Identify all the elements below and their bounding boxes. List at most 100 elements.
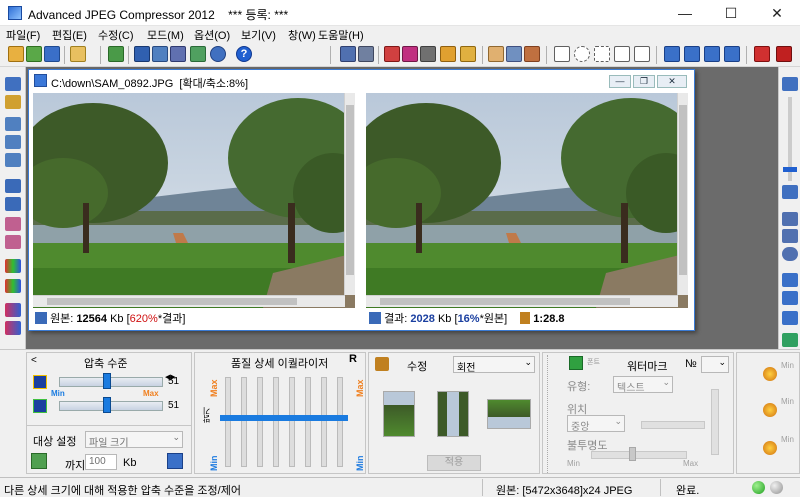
eq-bar-knob[interactable]: [268, 414, 284, 421]
result-image-pane[interactable]: [366, 93, 688, 308]
rotate-right-thumbnail[interactable]: [437, 391, 469, 437]
compression-slider-2-thumb[interactable]: [103, 397, 111, 413]
actual-size-icon[interactable]: [782, 229, 798, 243]
hand-icon[interactable]: [488, 46, 504, 62]
watermark-number-dropdown[interactable]: ⌄: [701, 356, 729, 373]
result-hscroll[interactable]: [366, 295, 678, 307]
grid-1-icon[interactable]: [5, 217, 21, 231]
result-vscroll[interactable]: [677, 93, 688, 295]
convert-icon[interactable]: [108, 46, 124, 62]
rect-select-icon[interactable]: [554, 46, 570, 62]
eye-icon[interactable]: [420, 46, 436, 62]
info-icon[interactable]: [210, 46, 226, 62]
menu-window[interactable]: 창(W): [288, 27, 316, 43]
compression-slider-1[interactable]: [59, 377, 163, 387]
rotate-left-thumbnail[interactable]: [383, 391, 415, 437]
zoom-page-icon[interactable]: [5, 135, 21, 149]
watermark-opacity-slider[interactable]: [591, 451, 687, 459]
zoom-minus-icon[interactable]: [5, 197, 21, 211]
save-icon[interactable]: [44, 46, 60, 62]
zoom-width-icon[interactable]: [5, 153, 21, 167]
zoom-fit-icon[interactable]: [5, 117, 21, 131]
menu-edit[interactable]: 편집(E): [52, 27, 87, 43]
menu-mode[interactable]: 모드(M): [147, 27, 184, 43]
menu-help[interactable]: 도움말(H): [318, 27, 364, 43]
panel-1-icon[interactable]: [782, 273, 798, 287]
scroll-thumb[interactable]: [380, 298, 630, 305]
layout-3-icon[interactable]: [704, 46, 720, 62]
compression-value-2[interactable]: 51: [165, 399, 185, 413]
navigator-icon[interactable]: [782, 247, 798, 261]
font-button[interactable]: 폰트: [587, 357, 600, 367]
eq-bar-track[interactable]: [337, 377, 343, 467]
target-apply-icon[interactable]: [31, 453, 47, 469]
close-button[interactable]: ✕: [754, 0, 800, 26]
target-settings-icon[interactable]: [167, 453, 183, 469]
original-vscroll[interactable]: [344, 93, 355, 295]
menu-view[interactable]: 보기(V): [241, 27, 276, 43]
compression-slider-2[interactable]: [59, 401, 163, 411]
collapse-arrow-icon[interactable]: <: [31, 355, 37, 366]
watermark-position-slider[interactable]: [641, 421, 705, 429]
panel-2-icon[interactable]: [782, 291, 798, 305]
compression-slider-1-thumb[interactable]: [103, 373, 111, 389]
eq-bar-track[interactable]: [241, 377, 247, 467]
child-minimize-button[interactable]: —: [609, 75, 631, 88]
layout-2-icon[interactable]: [684, 46, 700, 62]
target-dropdown[interactable]: 파일 크기 ⌄: [85, 431, 183, 449]
child-restore-button[interactable]: ❐: [633, 75, 655, 88]
eq-bar-track[interactable]: [225, 377, 231, 467]
eq-bar-knob[interactable]: [300, 414, 316, 421]
help-icon[interactable]: ?: [236, 46, 252, 62]
edit-apply-button[interactable]: 적용: [427, 455, 481, 471]
note-icon[interactable]: [460, 46, 476, 62]
eq-bar-track[interactable]: [289, 377, 295, 467]
grid-2-icon[interactable]: [5, 235, 21, 249]
compare-icon[interactable]: [340, 46, 356, 62]
edit-icon[interactable]: [440, 46, 456, 62]
child-close-button[interactable]: ✕: [657, 75, 687, 88]
open-folder-icon[interactable]: [8, 46, 24, 62]
folder-dropdown-icon[interactable]: [70, 46, 86, 62]
channels-icon[interactable]: [5, 259, 21, 273]
fit-right-icon[interactable]: [782, 212, 798, 226]
levels-icon[interactable]: [5, 303, 21, 317]
red-eye-icon[interactable]: [402, 46, 418, 62]
add-watermark-icon[interactable]: [569, 356, 583, 370]
menu-modify[interactable]: 수정(C): [98, 27, 134, 43]
window-mode-icon[interactable]: [754, 46, 770, 62]
original-image-pane[interactable]: [33, 93, 355, 308]
scroll-thumb[interactable]: [346, 105, 354, 275]
original-hscroll[interactable]: [33, 295, 345, 307]
edit-dropdown[interactable]: 회전 ⌄: [453, 356, 535, 374]
until-input[interactable]: 100: [85, 454, 117, 470]
watermark-vertical-slider[interactable]: [711, 389, 719, 455]
zoom-in-icon[interactable]: [5, 77, 21, 91]
eq-bar-knob[interactable]: [236, 414, 252, 421]
export-icon[interactable]: [190, 46, 206, 62]
batch-icon[interactable]: [134, 46, 150, 62]
layout-1-icon[interactable]: [664, 46, 680, 62]
effect-2-icon[interactable]: [763, 403, 777, 417]
panel-3-icon[interactable]: [782, 311, 798, 325]
menu-options[interactable]: 옵션(O): [194, 27, 230, 43]
menu-file[interactable]: 파일(F): [6, 27, 40, 43]
open-file-icon[interactable]: [26, 46, 42, 62]
panel-4-icon[interactable]: [782, 333, 798, 347]
watermark-type-dropdown[interactable]: 텍스트 ⌄: [613, 376, 673, 394]
effect-3-icon[interactable]: [763, 441, 777, 455]
zoom-plus-icon[interactable]: [5, 179, 21, 193]
close-doc-icon[interactable]: [776, 46, 792, 62]
key-icon[interactable]: [5, 95, 21, 109]
channels-2-icon[interactable]: [5, 279, 21, 293]
select-all-icon[interactable]: [634, 46, 650, 62]
eq-bar-track[interactable]: [257, 377, 263, 467]
watermark-position-dropdown[interactable]: 중앙 ⌄: [567, 415, 625, 433]
layout-4-icon[interactable]: [724, 46, 740, 62]
zoom-tool-icon[interactable]: [506, 46, 522, 62]
crop-icon[interactable]: [384, 46, 400, 62]
compression-value-1[interactable]: 51: [165, 375, 185, 389]
equalizer-reset[interactable]: R: [349, 353, 357, 365]
zoom-in-right-icon[interactable]: [782, 77, 798, 91]
eq-bar-knob[interactable]: [316, 414, 332, 421]
